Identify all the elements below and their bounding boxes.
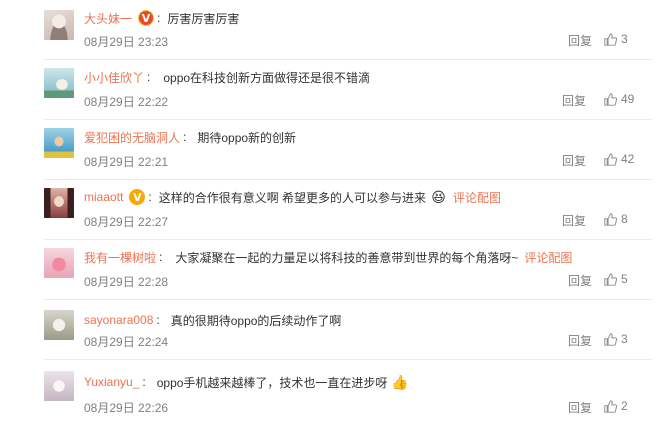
comment-text: 真的很期待oppo的后续动作了啊 [170,313,342,328]
reply-button[interactable]: 回复 [568,332,592,349]
comment-item: miaaott V : 这样的合作很有意义啊 希望更多的人可以参与进来 😆 评论… [0,180,660,240]
comment-item: sayonara008 : 真的很期待oppo的后续动作了啊 08月29日 22… [0,300,660,360]
comment-text: 大家凝聚在一起的力量足以将科技的善意带到世界的每个角落呀~ [175,250,519,265]
laughing-emoji-icon: 😆 [431,189,446,205]
thumbs-up-emoji-icon: 👍 [391,374,409,390]
like-count: 49 [621,92,635,106]
commenter-name[interactable]: 大头妹一 [84,10,132,27]
thumbs-up-icon [604,152,617,166]
avatar[interactable] [44,188,74,218]
colon: : [156,313,160,327]
colon: : [159,250,163,264]
like-count: 3 [621,332,628,346]
commenter-name[interactable]: 爱犯困的无脑洞人 [84,129,180,146]
like-count: 42 [621,152,635,166]
reply-button[interactable]: 回复 [562,212,586,229]
commenter-name[interactable]: 我有一棵树啦 [84,249,156,266]
comment-time: 08月29日 22:26 [84,401,169,415]
like-button[interactable]: 3 [604,32,628,46]
comment-time: 08月29日 22:22 [84,95,169,109]
avatar[interactable] [44,128,74,158]
thumbs-up-icon [604,92,617,106]
avatar[interactable] [44,371,74,401]
reply-button[interactable]: 回复 [568,272,592,289]
thumbs-up-icon [604,332,617,346]
comment-text: oppo手机越来越棒了，技术也一直在进步呀 [156,375,388,390]
comment-item: 我有一棵树啦 : 大家凝聚在一起的力量足以将科技的善意带到世界的每个角落呀~ 评… [0,240,660,300]
reply-button[interactable]: 回复 [568,399,592,416]
commenter-name[interactable]: 小小佳欣丫 [84,69,144,86]
comment-list: 大头妹一 V : 厉害厉害厉害 08月29日 23:23 回复 3 小小佳欣丫 … [0,0,660,422]
colon: : [142,375,146,389]
comment-item: 小小佳欣丫 : oppo在科技创新方面做得还是很不错滴 08月29日 22:22… [0,60,660,120]
comment-time: 08月29日 22:21 [84,155,169,169]
comment-time: 08月29日 22:27 [84,215,169,229]
avatar[interactable] [44,68,74,98]
comment-image-link[interactable]: 评论配图 [524,249,572,266]
reply-button[interactable]: 回复 [562,92,586,109]
reply-button[interactable]: 回复 [562,152,586,169]
comment-text: 厉害厉害厉害 [167,11,240,26]
reply-button[interactable]: 回复 [568,32,592,49]
like-count: 2 [621,399,628,413]
thumbs-up-icon [604,272,617,286]
verified-v-icon: V [129,189,146,205]
like-button[interactable]: 49 [604,92,634,106]
comment-item: Yuxianyu_ : oppo手机越来越棒了，技术也一直在进步呀 👍 08月2… [0,360,660,422]
colon: : [183,130,187,144]
like-button[interactable]: 5 [604,272,628,286]
comment-time: 08月29日 22:28 [84,275,169,289]
commenter-name[interactable]: Yuxianyu_ [84,375,139,389]
like-count: 5 [621,272,628,286]
like-button[interactable]: 8 [604,212,628,226]
avatar[interactable] [44,248,74,278]
comment-text: 这样的合作很有意义啊 希望更多的人可以参与进来 [158,190,427,205]
like-button[interactable]: 3 [604,332,628,346]
comment-item: 爱犯困的无脑洞人 : 期待oppo新的创新 08月29日 22:21 回复 42 [0,120,660,180]
comment-time: 08月29日 23:23 [84,35,169,49]
colon: : [157,11,161,25]
commenter-name[interactable]: miaaott [84,190,123,204]
commenter-name[interactable]: sayonara008 [84,313,153,327]
avatar[interactable] [44,10,74,40]
like-button[interactable]: 42 [604,152,634,166]
like-count: 8 [621,212,628,226]
comment-time: 08月29日 22:24 [84,335,169,349]
colon: : [148,190,152,204]
avatar[interactable] [44,310,74,340]
thumbs-up-icon [604,212,617,226]
thumbs-up-icon [604,399,617,413]
comment-text: oppo在科技创新方面做得还是很不错滴 [163,70,371,85]
comment-text: 期待oppo新的创新 [197,130,297,145]
like-button[interactable]: 2 [604,399,628,413]
comment-image-link[interactable]: 评论配图 [453,189,501,206]
verified-v-icon: V [138,10,155,26]
colon: : [147,70,151,84]
comment-item: 大头妹一 V : 厉害厉害厉害 08月29日 23:23 回复 3 [0,0,660,60]
thumbs-up-icon [604,32,617,46]
like-count: 3 [621,32,628,46]
